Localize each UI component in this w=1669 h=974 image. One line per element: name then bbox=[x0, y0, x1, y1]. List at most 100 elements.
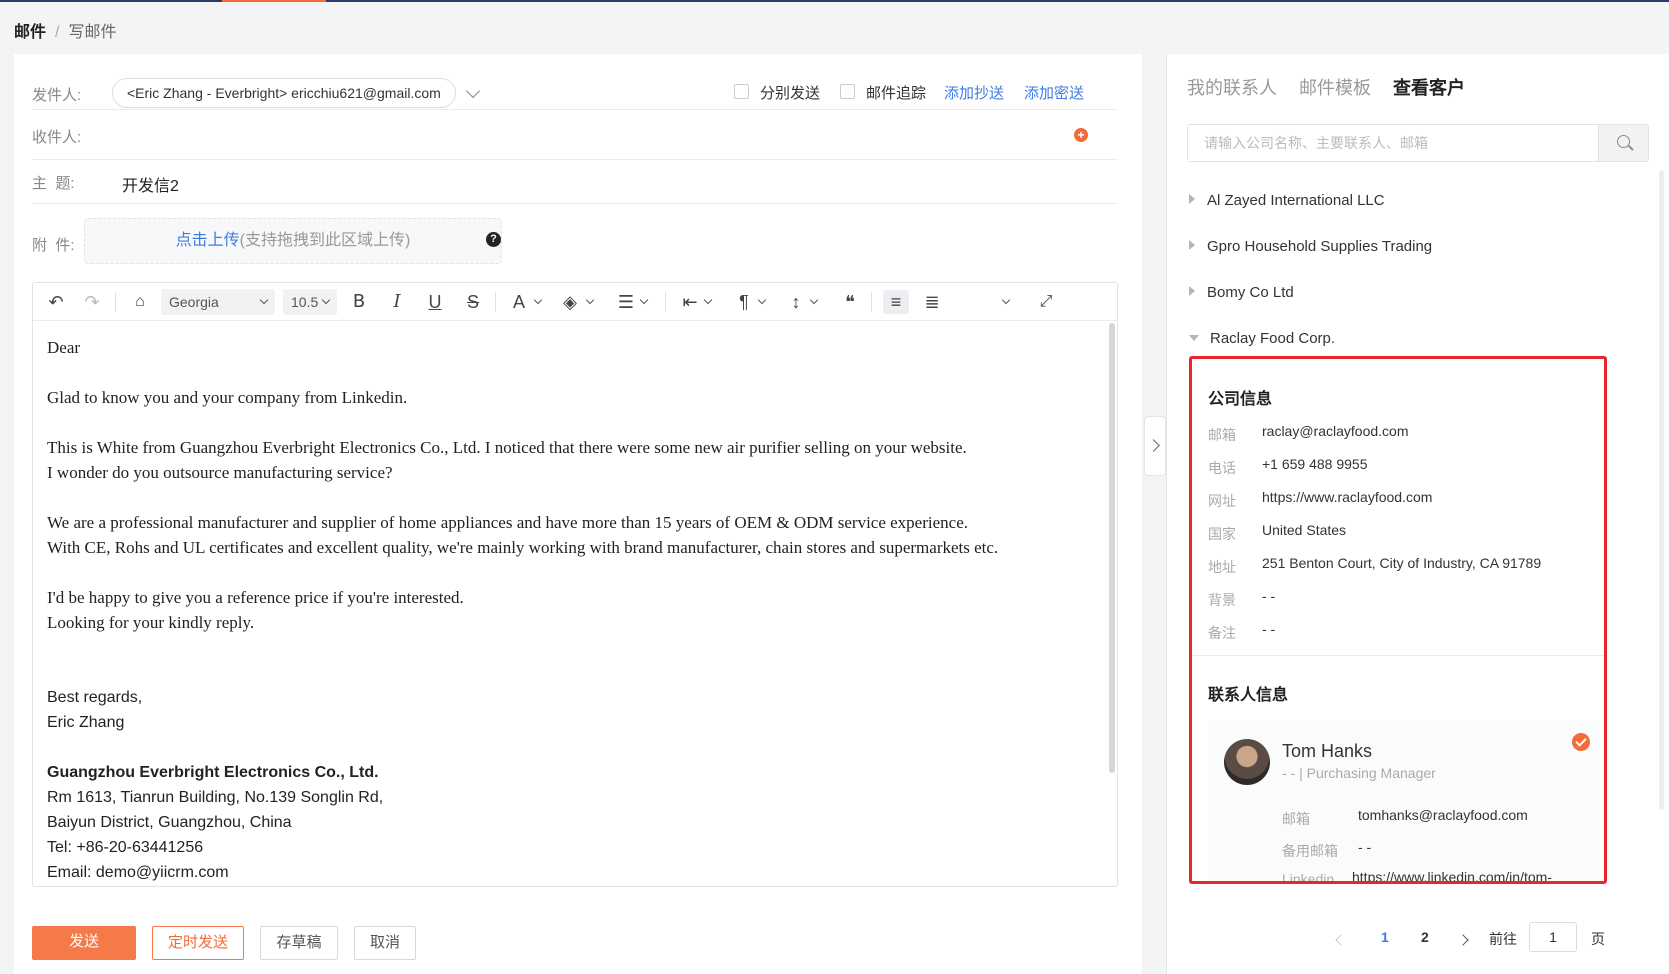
body-line: Dear bbox=[47, 338, 81, 357]
subject-input[interactable]: 开发信2 bbox=[122, 172, 179, 196]
company-item-expanded[interactable]: Raclay Food Corp. bbox=[1189, 330, 1335, 347]
company-address: 251 Benton Court, City of Industry, CA 9… bbox=[1262, 555, 1542, 571]
scheduled-send-button[interactable]: 定时发送 bbox=[152, 926, 244, 960]
editor-body[interactable]: Dear Glad to know you and your company fr… bbox=[47, 335, 1087, 885]
paragraph-style-icon[interactable]: ¶ bbox=[733, 291, 755, 313]
contact-role: - - | Purchasing Manager bbox=[1282, 765, 1436, 781]
selected-check-icon[interactable] bbox=[1572, 733, 1590, 751]
page-1[interactable]: 1 bbox=[1381, 929, 1389, 945]
font-size-select[interactable]: 10.5 bbox=[283, 289, 337, 315]
search-button[interactable] bbox=[1598, 125, 1648, 161]
company-item[interactable]: Al Zayed International LLC bbox=[1189, 192, 1385, 209]
to-row[interactable]: 收件人: + bbox=[32, 110, 1118, 160]
signature-address-2: Baiyun District, Guangzhou, China bbox=[47, 814, 292, 831]
body-spacer bbox=[47, 560, 1087, 585]
company-website[interactable]: https://www.raclayfood.com bbox=[1262, 489, 1432, 505]
signature-regards: Best regards, bbox=[47, 689, 143, 706]
list-dropdown-icon[interactable] bbox=[639, 295, 649, 305]
contact-field-label: Linkedin bbox=[1282, 871, 1335, 884]
caret-right-icon bbox=[1189, 286, 1195, 296]
cancel-button[interactable]: 取消 bbox=[354, 926, 416, 960]
body-line: I wonder do you outsource manufacturing … bbox=[47, 463, 393, 482]
upload-dropzone[interactable]: 点击上传(支持拖拽到此区域上传) bbox=[84, 218, 502, 264]
format-painter-icon[interactable]: ⌂ bbox=[129, 291, 151, 313]
body-spacer bbox=[47, 635, 1087, 660]
from-dropdown-icon[interactable] bbox=[465, 83, 481, 99]
align-center-icon[interactable]: ≣ bbox=[921, 291, 943, 313]
upload-link[interactable]: 点击上传 bbox=[176, 232, 240, 249]
body-line: I'd be happy to give you a reference pri… bbox=[47, 588, 464, 607]
line-height-dropdown-icon[interactable] bbox=[809, 295, 819, 305]
from-selector[interactable]: <Eric Zhang - Everbright> ericchiu621@gm… bbox=[112, 78, 456, 108]
company-item[interactable]: Gpro Household Supplies Trading bbox=[1189, 238, 1432, 255]
font-family-dropdown-icon bbox=[259, 295, 269, 305]
save-draft-button[interactable]: 存草稿 bbox=[260, 926, 338, 960]
customer-search-input[interactable] bbox=[1188, 125, 1600, 161]
font-family-select[interactable]: Georgia bbox=[161, 289, 275, 315]
quote-icon[interactable]: ❝ bbox=[839, 291, 861, 313]
contact-linkedin[interactable]: https://www.linkedin.com/in/tom- bbox=[1352, 869, 1552, 881]
body-line: With CE, Rohs and UL certificates and ex… bbox=[47, 538, 999, 557]
breadcrumb-root[interactable]: 邮件 bbox=[14, 24, 46, 41]
upload-hint: (支持拖拽到此区域上传) bbox=[239, 232, 411, 249]
company-phone: +1 659 488 9955 bbox=[1262, 456, 1368, 472]
help-icon[interactable]: ? bbox=[486, 232, 501, 247]
mail-tracking-label: 邮件追踪 bbox=[866, 85, 927, 102]
company-notes: - - bbox=[1262, 621, 1276, 637]
add-recipient-icon[interactable]: + bbox=[1074, 128, 1088, 142]
body-line: Looking for your kindly reply. bbox=[47, 613, 255, 632]
editor-scrollbar[interactable] bbox=[1109, 323, 1115, 773]
send-button[interactable]: 发送 bbox=[32, 926, 136, 960]
list-icon[interactable]: ☰ bbox=[615, 291, 637, 313]
goto-page-input[interactable]: 1 bbox=[1529, 922, 1577, 952]
undo-icon[interactable]: ↶ bbox=[45, 291, 67, 313]
sidebar-scrollbar[interactable] bbox=[1659, 170, 1664, 810]
paragraph-dropdown-icon[interactable] bbox=[757, 295, 767, 305]
contact-info-title: 联系人信息 bbox=[1208, 687, 1289, 704]
bold-button[interactable]: B bbox=[349, 291, 369, 313]
to-label: 收件人: bbox=[32, 129, 82, 146]
contact-field-label: 备用邮箱 bbox=[1282, 843, 1338, 859]
mail-tracking-checkbox[interactable] bbox=[840, 84, 855, 99]
contact-card[interactable]: Tom Hanks - - | Purchasing Manager 邮箱 to… bbox=[1208, 721, 1600, 884]
line-height-icon[interactable]: ↕ bbox=[785, 291, 807, 313]
strikethrough-button[interactable]: S bbox=[463, 291, 483, 313]
body-line: We are a professional manufacturer and s… bbox=[47, 513, 968, 532]
send-separately-checkbox[interactable] bbox=[734, 84, 749, 99]
body-spacer bbox=[47, 485, 1087, 510]
body-spacer bbox=[47, 660, 1087, 685]
tab-view-customers[interactable]: 查看客户 bbox=[1393, 74, 1465, 100]
collapse-sidebar-toggle[interactable] bbox=[1144, 416, 1166, 476]
from-row: 发件人: <Eric Zhang - Everbright> ericchiu6… bbox=[32, 54, 1118, 110]
more-tools-dropdown-icon[interactable] bbox=[1001, 295, 1011, 305]
italic-button[interactable]: I bbox=[387, 291, 407, 313]
add-bcc-link[interactable]: 添加密送 bbox=[1024, 82, 1084, 103]
font-color-dropdown-icon[interactable] bbox=[533, 295, 543, 305]
next-page-icon[interactable] bbox=[1457, 934, 1469, 946]
toolbar-divider bbox=[115, 292, 116, 312]
page-2[interactable]: 2 bbox=[1421, 929, 1429, 945]
fullscreen-icon[interactable]: ⤢ bbox=[1035, 291, 1057, 313]
customer-search bbox=[1187, 124, 1649, 162]
add-cc-link[interactable]: 添加抄送 bbox=[944, 82, 1004, 103]
prev-page-icon[interactable] bbox=[1335, 934, 1347, 946]
indent-icon[interactable]: ⇤ bbox=[679, 291, 701, 313]
font-color-button[interactable]: A bbox=[509, 291, 529, 313]
highlight-dropdown-icon[interactable] bbox=[585, 295, 595, 305]
rich-text-editor[interactable]: ↶ ↷ ⌂ Georgia 10.5 B I U S A ◈ ☰ ⇤ ¶ ↕ ❝ bbox=[32, 282, 1118, 887]
company-field-label: 网址 bbox=[1208, 493, 1236, 509]
subject-row[interactable]: 主 题: 开发信2 bbox=[32, 160, 1118, 204]
align-left-icon[interactable]: ≡ bbox=[885, 291, 907, 313]
company-email[interactable]: raclay@raclayfood.com bbox=[1262, 423, 1409, 439]
search-icon-handle bbox=[1628, 145, 1634, 151]
font-size-dropdown-icon bbox=[321, 295, 331, 305]
underline-button[interactable]: U bbox=[425, 291, 445, 313]
redo-icon[interactable]: ↷ bbox=[81, 291, 103, 313]
contact-email[interactable]: tomhanks@raclayfood.com bbox=[1358, 807, 1528, 823]
indent-dropdown-icon[interactable] bbox=[703, 295, 713, 305]
top-bar bbox=[0, 0, 1669, 2]
highlight-color-icon[interactable]: ◈ bbox=[559, 291, 581, 313]
company-item[interactable]: Bomy Co Ltd bbox=[1189, 284, 1294, 301]
tab-my-contacts[interactable]: 我的联系人 bbox=[1187, 74, 1277, 100]
tab-mail-templates[interactable]: 邮件模板 bbox=[1299, 74, 1371, 100]
